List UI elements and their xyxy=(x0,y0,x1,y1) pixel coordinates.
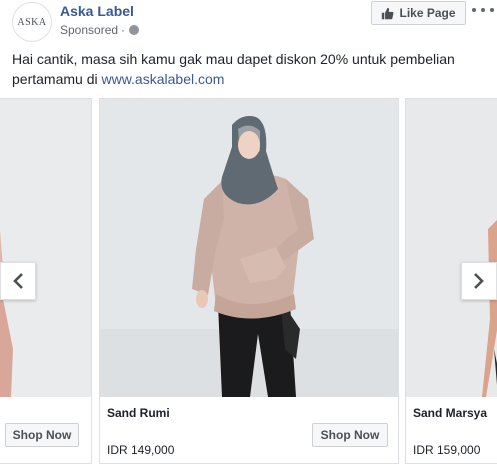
carousel-card-sand-rumi[interactable]: Sand Rumi IDR 149,000 Shop Now xyxy=(99,98,399,464)
product-price: IDR 149,000 xyxy=(107,443,175,457)
product-image[interactable] xyxy=(0,99,91,397)
more-options-icon[interactable] xyxy=(472,1,494,19)
post-message: Hai cantik, masa sih kamu gak mau dapet … xyxy=(12,49,482,89)
like-page-button[interactable]: Like Page xyxy=(371,1,466,25)
carousel-prev-button[interactable] xyxy=(0,262,36,300)
product-image[interactable] xyxy=(406,99,497,397)
product-price: IDR 159,000 xyxy=(413,443,481,457)
separator: · xyxy=(121,23,126,37)
post-text: Hai cantik, masa sih kamu gak mau dapet … xyxy=(12,51,455,87)
shop-now-button[interactable]: Shop Now xyxy=(5,423,79,447)
shop-now-button[interactable]: Shop Now xyxy=(312,423,388,447)
like-page-label: Like Page xyxy=(399,6,456,20)
avatar-logo-text: ASKA xyxy=(17,16,47,28)
sponsored-text: Sponsored xyxy=(60,23,119,37)
chevron-left-icon xyxy=(13,273,23,289)
thumbs-up-icon xyxy=(382,7,394,19)
website-link[interactable]: www.askalabel.com xyxy=(101,71,224,87)
chevron-right-icon xyxy=(474,273,484,289)
page-name-link[interactable]: Aska Label xyxy=(60,3,134,19)
model-photo xyxy=(100,99,398,397)
page-avatar[interactable]: ASKA xyxy=(12,2,52,42)
sponsored-label[interactable]: Sponsored · xyxy=(60,23,140,37)
carousel-next-button[interactable] xyxy=(461,262,497,300)
product-image[interactable] xyxy=(100,99,398,397)
product-photo-partial xyxy=(0,99,91,397)
product-title[interactable]: Sand Marsya xyxy=(413,406,487,420)
product-title[interactable]: Sand Rumi xyxy=(107,406,170,420)
product-photo-partial xyxy=(406,99,497,397)
globe-icon xyxy=(129,25,140,35)
